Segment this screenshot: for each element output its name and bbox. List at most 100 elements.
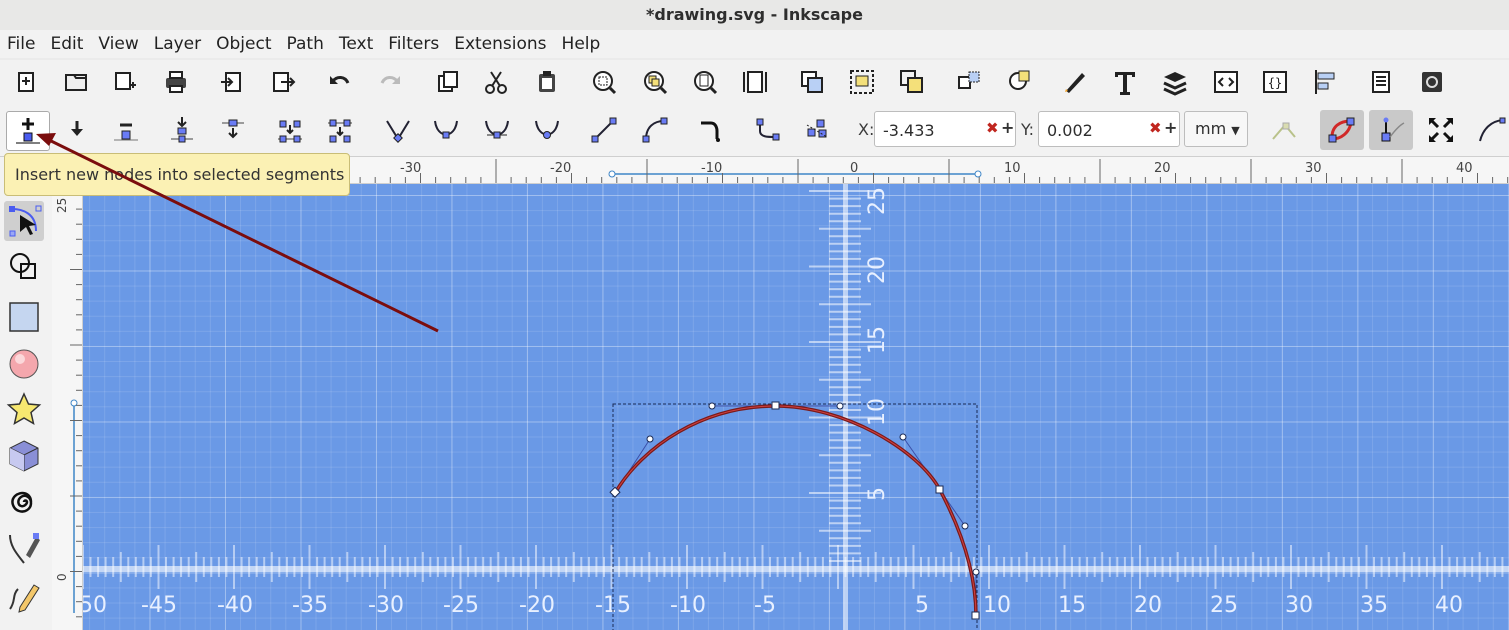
import-icon[interactable] — [214, 64, 250, 100]
pencil-tool-icon[interactable] — [4, 575, 44, 615]
create-clone-icon[interactable] — [951, 64, 987, 100]
y-coordinate-input[interactable] — [1045, 119, 1145, 141]
duplicate-icon[interactable] — [794, 64, 830, 100]
canvas-drawing[interactable]: 25 20 15 10 5 -50 -45 -40 -35 -30 -25 -2… — [83, 184, 1509, 630]
x-clear-icon[interactable]: ✖ — [986, 119, 999, 137]
undo-icon[interactable] — [322, 64, 358, 100]
layers-icon[interactable] — [1157, 64, 1193, 100]
document-properties-icon[interactable] — [1363, 64, 1399, 100]
menu-layer[interactable]: Layer — [147, 34, 209, 54]
new-document-icon[interactable] — [9, 64, 45, 100]
stroke-to-path-icon[interactable] — [750, 112, 786, 148]
rectangle-tool-icon[interactable] — [4, 297, 44, 337]
join-segment-icon[interactable] — [272, 112, 308, 148]
paste-icon[interactable] — [529, 64, 565, 100]
group-icon[interactable] — [844, 64, 880, 100]
menu-path[interactable]: Path — [280, 34, 332, 54]
show-transform-handles-icon[interactable] — [1423, 112, 1459, 148]
ruler-label: -30 — [400, 161, 421, 176]
axis-label-x: 5 — [915, 593, 929, 618]
y-clear-icon[interactable]: ✖ — [1149, 119, 1162, 137]
path-outline — [614, 405, 977, 617]
x-coordinate-input[interactable] — [881, 119, 981, 141]
copy-icon[interactable] — [430, 64, 466, 100]
box-3d-tool-icon[interactable] — [4, 436, 44, 476]
drawing-canvas[interactable]: 25 20 15 10 5 -50 -45 -40 -35 -30 -25 -2… — [83, 184, 1509, 630]
node-handle[interactable] — [972, 568, 980, 576]
delete-node-icon[interactable] — [108, 112, 144, 148]
menu-text[interactable]: Text — [332, 34, 381, 54]
insert-node-icon[interactable] — [6, 111, 50, 151]
axis-label-x: -20 — [519, 593, 555, 618]
zoom-selection-icon[interactable] — [586, 64, 622, 100]
menu-help[interactable]: Help — [555, 34, 609, 54]
node-smooth-icon[interactable] — [428, 112, 464, 148]
node-handle[interactable] — [708, 402, 716, 410]
xml-editor-icon[interactable] — [1208, 64, 1244, 100]
shape-builder-icon[interactable] — [4, 247, 44, 287]
node-symmetric-icon[interactable] — [479, 112, 515, 148]
node-handle[interactable] — [646, 435, 654, 443]
ungroup-icon[interactable] — [894, 64, 930, 100]
delete-segment-icon[interactable] — [322, 112, 358, 148]
node-handle[interactable] — [961, 522, 969, 530]
selectors-css-icon[interactable]: {} — [1257, 64, 1293, 100]
preferences-icon[interactable] — [1414, 64, 1450, 100]
cut-icon[interactable] — [478, 64, 514, 100]
edit-next-lpe-icon[interactable] — [1266, 112, 1302, 148]
path-node[interactable] — [971, 611, 980, 620]
path-node[interactable] — [771, 401, 780, 410]
print-icon[interactable] — [158, 64, 194, 100]
object-to-path-icon[interactable] — [693, 112, 729, 148]
show-path-outline-icon[interactable] — [1320, 110, 1364, 150]
export-icon[interactable] — [266, 64, 302, 100]
pen-tool-icon[interactable] — [4, 529, 44, 569]
zoom-drawing-icon[interactable] — [637, 64, 673, 100]
x-increment-icon[interactable]: + — [1001, 118, 1014, 137]
menu-edit[interactable]: Edit — [43, 34, 91, 54]
ruler-label: 20 — [1154, 161, 1171, 176]
zoom-page-width-icon[interactable] — [737, 64, 773, 100]
open-icon[interactable] — [58, 64, 94, 100]
node-handle[interactable] — [836, 402, 844, 410]
segment-curve-icon[interactable] — [637, 112, 673, 148]
y-coordinate-label: Y: — [1021, 120, 1035, 139]
menu-view[interactable]: View — [91, 34, 146, 54]
ruler-label: 40 — [1456, 161, 1473, 176]
circle-tool-icon[interactable] — [4, 344, 44, 384]
x-coordinate-field[interactable]: ✖ + — [874, 111, 1016, 147]
redo-icon[interactable] — [372, 64, 408, 100]
insert-node-down-icon[interactable] — [59, 112, 95, 148]
axis-label-x: 15 — [1058, 593, 1086, 618]
axis-label-x: -35 — [292, 593, 328, 618]
path-node[interactable] — [935, 485, 944, 494]
y-coordinate-field[interactable]: ✖ + — [1038, 111, 1180, 147]
spiral-tool-icon[interactable] — [4, 482, 44, 522]
star-tool-icon[interactable] — [4, 389, 44, 429]
unlink-clone-icon[interactable] — [1001, 64, 1037, 100]
show-bbox-icon[interactable] — [1474, 112, 1509, 148]
zoom-page-icon[interactable] — [687, 64, 723, 100]
selection-range-end — [974, 170, 982, 178]
axis-label-x: 30 — [1285, 593, 1313, 618]
node-cusp-icon[interactable] — [380, 112, 416, 148]
segment-line-icon[interactable] — [586, 112, 622, 148]
unit-dropdown[interactable]: mm ▼ — [1184, 111, 1248, 147]
break-path-icon[interactable] — [215, 112, 251, 148]
y-increment-icon[interactable]: + — [1164, 118, 1177, 137]
show-handles-icon[interactable] — [1369, 110, 1413, 150]
align-distribute-icon[interactable] — [1307, 64, 1343, 100]
snap-icon[interactable] — [800, 112, 836, 148]
menu-object[interactable]: Object — [209, 34, 279, 54]
window-title: *drawing.svg - Inkscape — [0, 0, 1509, 30]
text-font-icon[interactable] — [1107, 64, 1143, 100]
node-auto-icon[interactable] — [529, 112, 565, 148]
node-tool-icon[interactable] — [4, 201, 44, 241]
join-nodes-icon[interactable] — [164, 112, 200, 148]
fill-stroke-icon[interactable] — [1057, 64, 1093, 100]
menu-filters[interactable]: Filters — [381, 34, 447, 54]
menu-file[interactable]: File — [0, 34, 43, 54]
open-recent-icon[interactable] — [108, 64, 144, 100]
menu-extensions[interactable]: Extensions — [447, 34, 554, 54]
node-handle[interactable] — [899, 433, 907, 441]
